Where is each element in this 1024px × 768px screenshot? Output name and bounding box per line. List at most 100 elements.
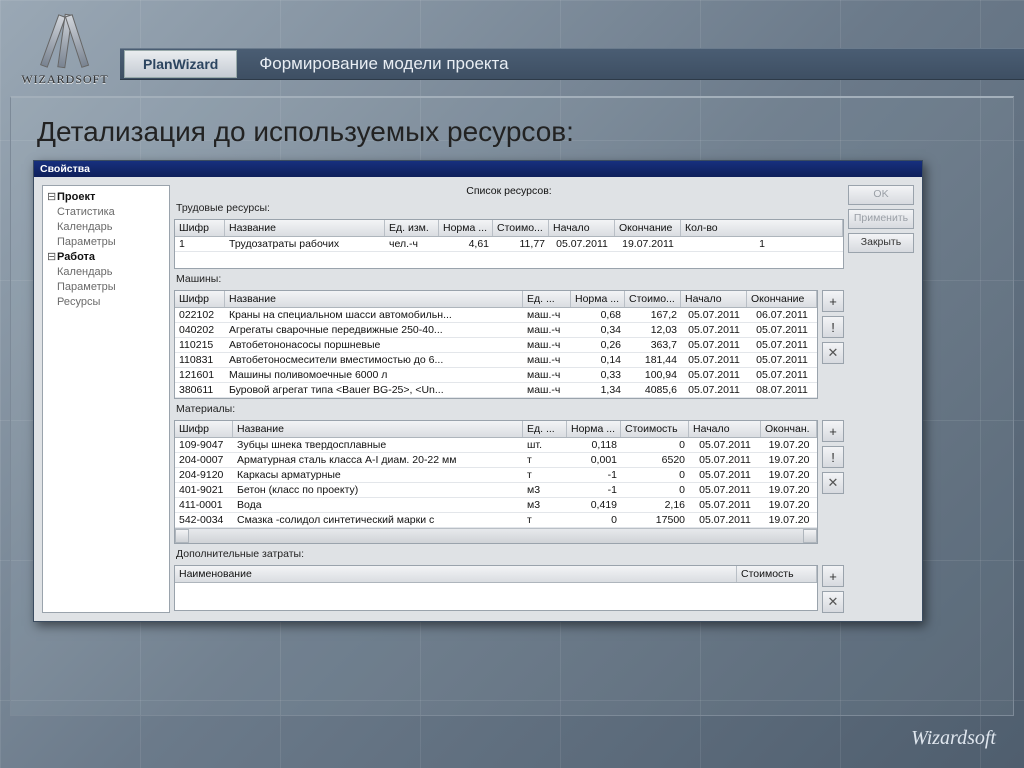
machines-add-button[interactable]: + [822, 290, 844, 312]
table-cell: 0 [567, 513, 621, 527]
materials-delete-button[interactable]: ✕ [822, 472, 844, 494]
additional-add-button[interactable]: + [822, 565, 844, 587]
column-header[interactable]: Начало [549, 220, 615, 236]
nav-tree[interactable]: ⊟Проект Статистика Календарь Параметры ⊟… [42, 185, 170, 613]
table-cell: 05.07.2011 [681, 323, 747, 337]
column-header[interactable]: Наименование [175, 566, 737, 582]
machines-label: Машины: [174, 273, 844, 286]
column-header[interactable]: Стоимо... [625, 291, 681, 307]
table-row[interactable]: 109-9047Зубцы шнека твердосплавныешт.0,1… [175, 438, 817, 453]
table-row[interactable]: 040202Агрегаты сварочные передвижные 250… [175, 323, 817, 338]
table-row[interactable]: 401-9021Бетон (класс по проекту)м3-1005.… [175, 483, 817, 498]
table-cell: 05.07.2011 [689, 483, 761, 497]
column-header[interactable]: Окончание [747, 291, 817, 307]
column-header[interactable]: Шифр [175, 421, 233, 437]
table-cell: 05.07.2011 [689, 513, 761, 527]
table-cell: 022102 [175, 308, 225, 322]
table-cell: 204-0007 [175, 453, 233, 467]
table-cell: 363,7 [625, 338, 681, 352]
table-cell: 17500 [621, 513, 689, 527]
table-cell: 2,16 [621, 498, 689, 512]
table-cell: 19.07.2011 [615, 237, 681, 251]
column-header[interactable]: Ед. изм. [385, 220, 439, 236]
table-cell: 6520 [621, 453, 689, 467]
ok-button[interactable]: OK [848, 185, 914, 205]
table-cell: 0,419 [567, 498, 621, 512]
table-cell: 19.07.20 [761, 468, 817, 482]
column-header[interactable]: Норма ... [439, 220, 493, 236]
table-cell: Буровой агрегат типа <Bauer BG-25>, <Un.… [225, 383, 523, 397]
table-cell: 05.07.2011 [681, 353, 747, 367]
tree-item-params[interactable]: Параметры [57, 235, 167, 250]
machines-grid[interactable]: ШифрНазваниеЕд. ...Норма ...Стоимо...Нач… [174, 290, 818, 399]
column-header[interactable]: Шифр [175, 220, 225, 236]
table-cell: 110831 [175, 353, 225, 367]
tree-item-w-calendar[interactable]: Календарь [57, 265, 167, 280]
materials-info-button[interactable]: ! [822, 446, 844, 468]
column-header[interactable]: Стоимость [737, 566, 817, 582]
table-row[interactable]: 1Трудозатраты рабочихчел.-ч4,6111,7705.0… [175, 237, 843, 252]
table-row[interactable]: 204-9120Каркасы арматурныет-1005.07.2011… [175, 468, 817, 483]
table-cell: м3 [523, 498, 567, 512]
table-cell: 05.07.2011 [681, 368, 747, 382]
column-header[interactable]: Стоимо... [493, 220, 549, 236]
tree-item-w-params[interactable]: Параметры [57, 280, 167, 295]
table-cell: 05.07.2011 [689, 468, 761, 482]
table-row[interactable]: 411-0001Водам30,4192,1605.07.201119.07.2… [175, 498, 817, 513]
labor-grid[interactable]: ШифрНазваниеЕд. изм.Норма ...Стоимо...На… [174, 219, 844, 269]
table-cell: 05.07.2011 [689, 438, 761, 452]
table-cell: маш.-ч [523, 383, 571, 397]
column-header[interactable]: Ед. ... [523, 291, 571, 307]
table-row[interactable]: 110215Автобетононасосы поршневыемаш.-ч0,… [175, 338, 817, 353]
table-row[interactable]: 380611Буровой агрегат типа <Bauer BG-25>… [175, 383, 817, 398]
apply-button[interactable]: Применить [848, 209, 914, 229]
table-cell: маш.-ч [523, 338, 571, 352]
close-button[interactable]: Закрыть [848, 233, 914, 253]
tree-item-work[interactable]: ⊟Работа Календарь Параметры Ресурсы [47, 250, 167, 310]
table-cell: 1 [681, 237, 843, 251]
column-header[interactable]: Начало [681, 291, 747, 307]
brand-label: WIZARDSOFT [20, 72, 110, 87]
table-cell: т [523, 513, 567, 527]
table-cell: 0,118 [567, 438, 621, 452]
table-cell: Машины поливомоечные 6000 л [225, 368, 523, 382]
column-header[interactable]: Название [225, 291, 523, 307]
table-cell: 05.07.2011 [689, 498, 761, 512]
materials-grid[interactable]: ШифрНазваниеЕд. ...Норма ...СтоимостьНач… [174, 420, 818, 544]
table-cell: 0,33 [571, 368, 625, 382]
column-header[interactable]: Шифр [175, 291, 225, 307]
column-header[interactable]: Название [233, 421, 523, 437]
column-header[interactable]: Норма ... [571, 291, 625, 307]
additional-grid[interactable]: НаименованиеСтоимость [174, 565, 818, 611]
additional-delete-button[interactable]: ✕ [822, 591, 844, 613]
materials-scrollbar[interactable] [175, 528, 817, 543]
machines-info-button[interactable]: ! [822, 316, 844, 338]
tree-item-stat[interactable]: Статистика [57, 205, 167, 220]
table-row[interactable]: 022102Краны на специальном шасси автомоб… [175, 308, 817, 323]
tree-item-w-resources[interactable]: Ресурсы [57, 295, 167, 310]
column-header[interactable]: Окончание [615, 220, 681, 236]
table-cell: 411-0001 [175, 498, 233, 512]
table-cell: Арматурная сталь класса A-I диам. 20-22 … [233, 453, 523, 467]
column-header[interactable]: Стоимость [621, 421, 689, 437]
machines-delete-button[interactable]: ✕ [822, 342, 844, 364]
column-header[interactable]: Окончан. [761, 421, 817, 437]
table-cell: 110215 [175, 338, 225, 352]
table-row[interactable]: 121601Машины поливомоечные 6000 лмаш.-ч0… [175, 368, 817, 383]
table-row[interactable]: 204-0007Арматурная сталь класса A-I диам… [175, 453, 817, 468]
column-header[interactable]: Ед. ... [523, 421, 567, 437]
table-cell: чел.-ч [385, 237, 439, 251]
table-cell: 380611 [175, 383, 225, 397]
column-header[interactable]: Норма ... [567, 421, 621, 437]
tree-item-project[interactable]: ⊟Проект Статистика Календарь Параметры [47, 190, 167, 250]
tree-item-calendar[interactable]: Календарь [57, 220, 167, 235]
table-row[interactable]: 542-0034Смазка -солидол синтетический ма… [175, 513, 817, 528]
additional-label: Дополнительные затраты: [174, 548, 844, 561]
table-cell: 0,34 [571, 323, 625, 337]
column-header[interactable]: Название [225, 220, 385, 236]
column-header[interactable]: Кол-во [681, 220, 843, 236]
column-header[interactable]: Начало [689, 421, 761, 437]
table-row[interactable]: 110831Автобетоносмесители вместимостью д… [175, 353, 817, 368]
materials-add-button[interactable]: + [822, 420, 844, 442]
properties-window: Свойства ⊟Проект Статистика Календарь Па… [33, 160, 923, 622]
